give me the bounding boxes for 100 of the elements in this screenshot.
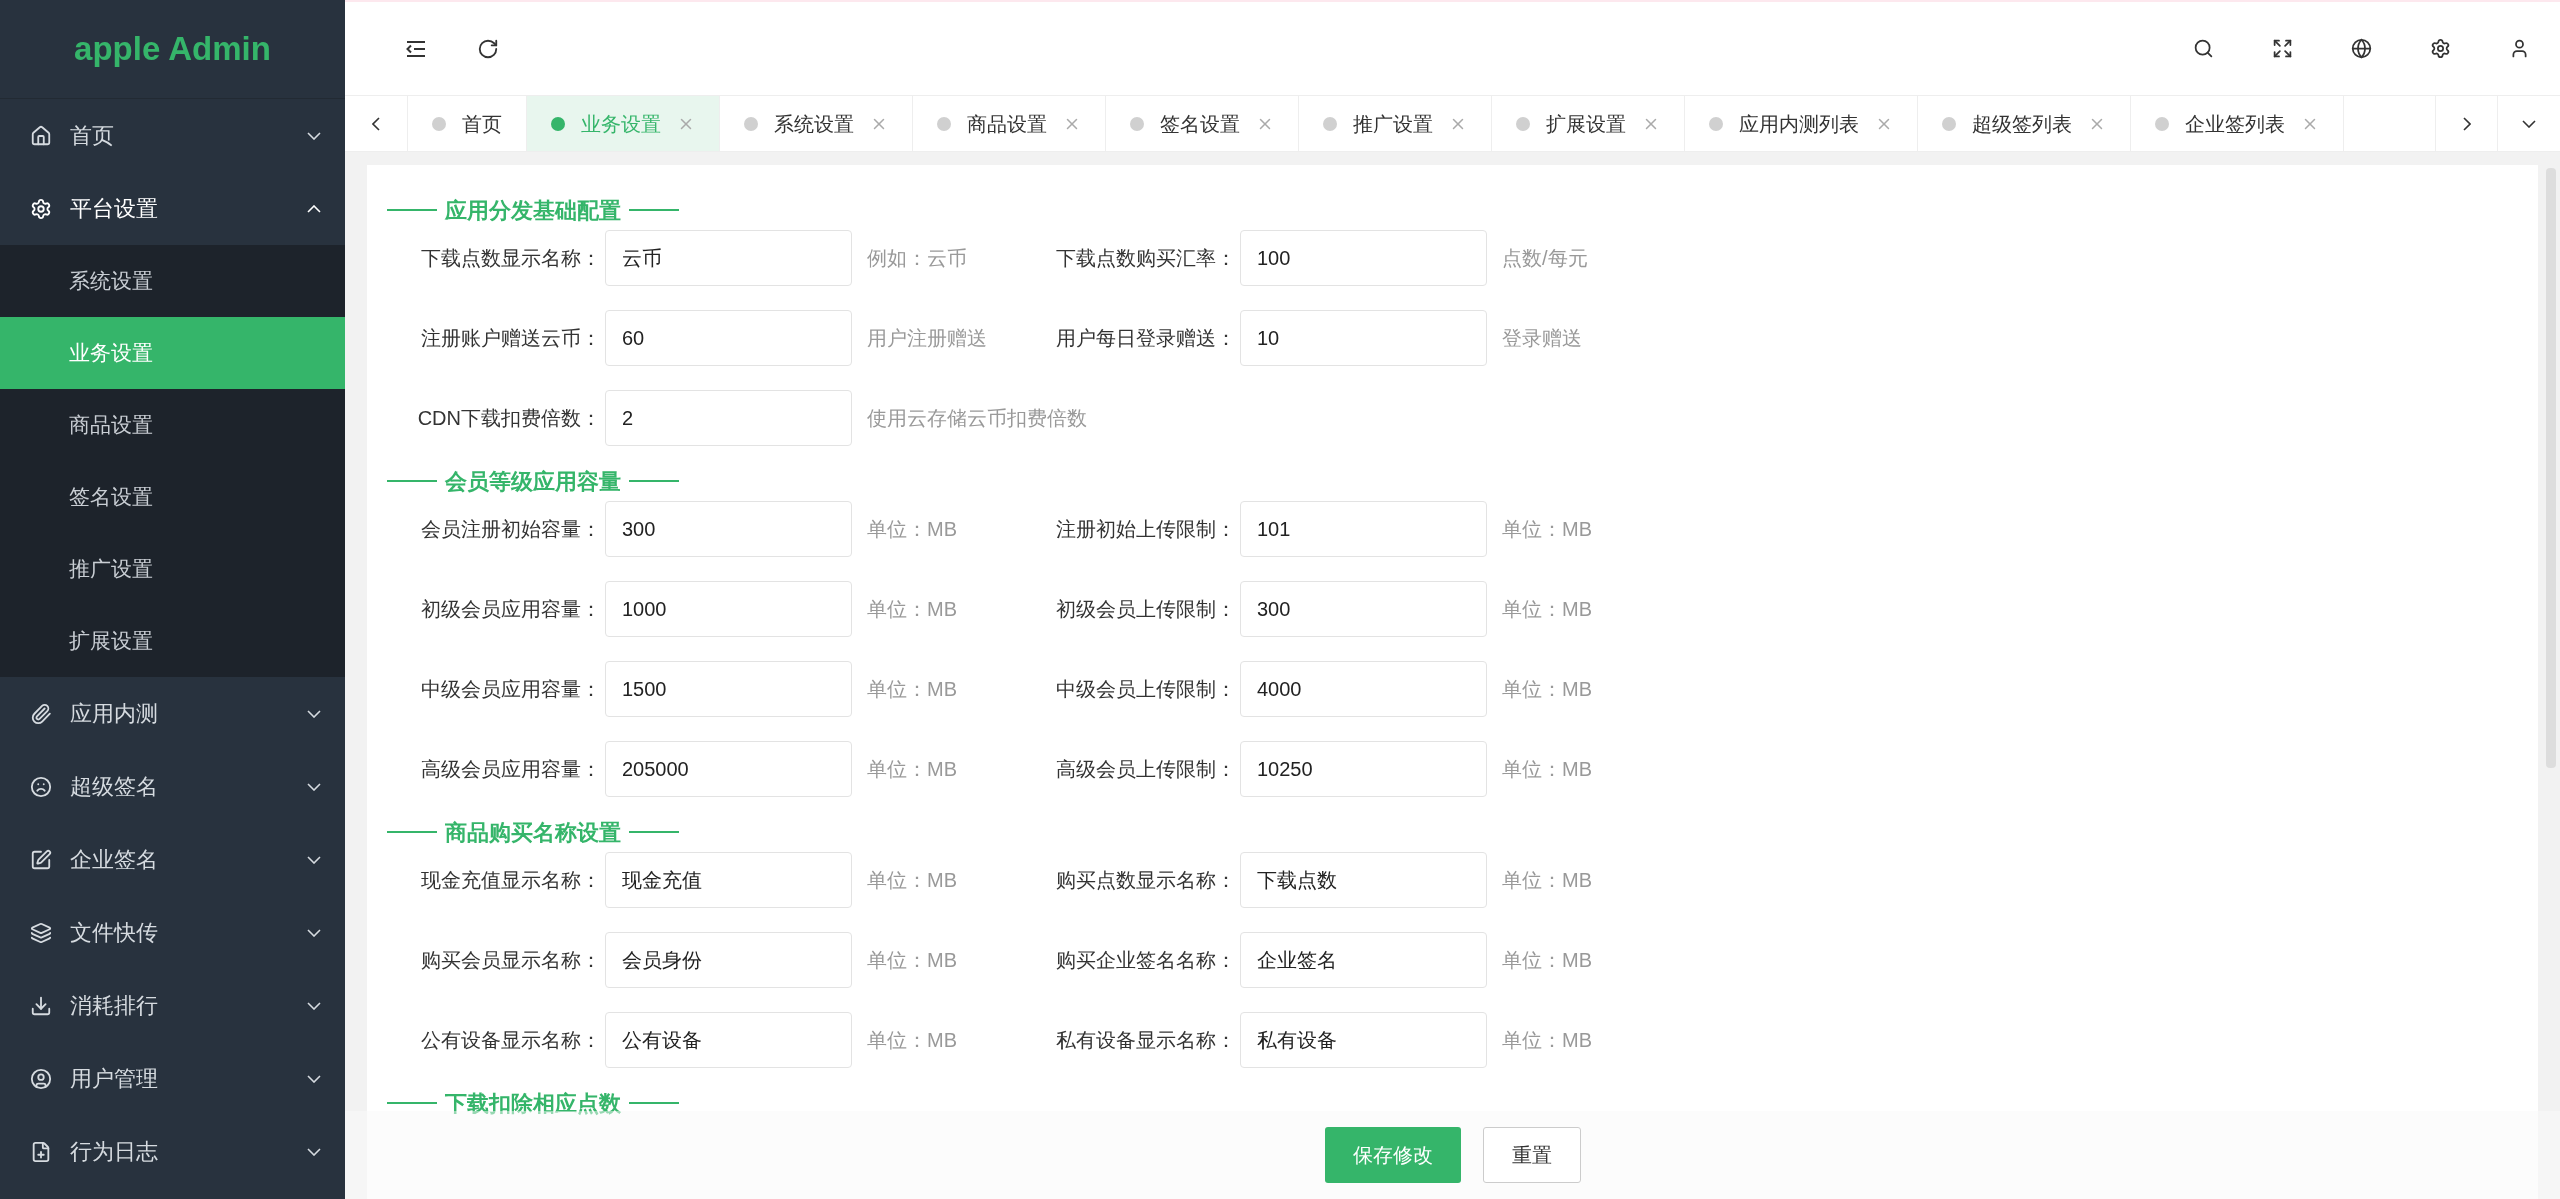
file-plus-icon xyxy=(30,1140,52,1163)
field-hint: 点数/每元 xyxy=(1501,246,1589,271)
chevron-icon xyxy=(307,1074,321,1083)
page-tab[interactable]: 推广设置 xyxy=(1299,96,1492,151)
page-tab[interactable]: 超级签列表 xyxy=(1918,96,2131,151)
download-icon xyxy=(30,994,52,1017)
chevron-icon xyxy=(307,709,321,718)
text-input[interactable]: 私有设备 xyxy=(1240,1012,1487,1068)
field-hint: 使用云存储云币扣费倍数 xyxy=(866,406,1087,431)
sidebar-submenu-item[interactable]: 扩展设置 xyxy=(0,605,345,677)
field-label: 中级会员应用容量： xyxy=(420,677,601,702)
sidebar-submenu-item[interactable]: 签名设置 xyxy=(0,461,345,533)
layers-icon xyxy=(30,921,52,944)
page-tab[interactable]: 签名设置 xyxy=(1106,96,1299,151)
chevron-icon xyxy=(307,204,321,213)
field-label: 注册账户赠送云币： xyxy=(420,326,601,351)
text-input[interactable]: 下载点数 xyxy=(1240,852,1487,908)
text-input[interactable]: 1000 xyxy=(605,581,852,637)
field-label: 注册初始上传限制： xyxy=(1055,517,1236,542)
text-input[interactable]: 300 xyxy=(1240,581,1487,637)
section-title: 下载扣除相应点数 xyxy=(445,1089,621,1118)
field-label: 高级会员上传限制： xyxy=(1055,757,1236,782)
user-circle-icon xyxy=(30,1067,52,1090)
text-input[interactable]: 60 xyxy=(605,310,852,366)
text-input[interactable]: 4000 xyxy=(1240,661,1487,717)
section-title: 应用分发基础配置 xyxy=(445,196,621,225)
section-title: 会员等级应用容量 xyxy=(445,467,621,496)
text-input[interactable]: 100 xyxy=(1240,230,1487,286)
field-hint: 单位：MB xyxy=(866,1028,958,1053)
text-input[interactable]: 300 xyxy=(605,501,852,557)
sidebar-menu-item[interactable]: 超级签名 xyxy=(0,750,345,823)
field-label: 初级会员应用容量： xyxy=(420,597,601,622)
text-input[interactable]: 101 xyxy=(1240,501,1487,557)
text-input[interactable]: 1500 xyxy=(605,661,852,717)
section-title: 商品购买名称设置 xyxy=(445,818,621,847)
sidebar-menu-item[interactable]: 平台设置 xyxy=(0,172,345,245)
reset-button[interactable]: 重置 xyxy=(1482,1127,1581,1183)
globe-icon[interactable] xyxy=(2351,38,2372,59)
text-input[interactable]: 会员身份 xyxy=(605,932,852,988)
paperclip-icon xyxy=(30,702,52,725)
sidebar-menu-item[interactable]: 行为日志 xyxy=(0,1115,345,1188)
chevron-icon xyxy=(307,782,321,791)
field-label: 初级会员上传限制： xyxy=(1055,597,1236,622)
refresh-icon[interactable] xyxy=(477,37,499,60)
field-label: 下载点数显示名称： xyxy=(420,246,601,271)
text-input[interactable]: 10250 xyxy=(1240,741,1487,797)
field-hint: 单位：MB xyxy=(866,757,958,782)
field-hint: 登录赠送 xyxy=(1501,326,1583,351)
text-input[interactable]: 公有设备 xyxy=(605,1012,852,1068)
field-hint: 单位：MB xyxy=(1501,677,1593,702)
field-hint: 单位：MB xyxy=(1501,948,1593,973)
field-hint: 用户注册赠送 xyxy=(866,326,988,351)
field-label: 会员注册初始容量： xyxy=(420,517,601,542)
sidebar-submenu-item[interactable]: 系统设置 xyxy=(0,245,345,317)
text-input[interactable]: 现金充值 xyxy=(605,852,852,908)
sidebar-submenu-item[interactable]: 推广设置 xyxy=(0,533,345,605)
sidebar-menu-item[interactable]: 文件快传 xyxy=(0,896,345,969)
chevron-icon xyxy=(307,855,321,864)
chevron-icon xyxy=(307,928,321,937)
search-icon[interactable] xyxy=(2193,38,2214,59)
text-input[interactable]: 10 xyxy=(1240,310,1487,366)
sidebar-menu-item[interactable]: 首页 xyxy=(0,99,345,172)
page-tab[interactable]: 系统设置 xyxy=(720,96,913,151)
field-label: 购买会员显示名称： xyxy=(420,948,601,973)
text-input[interactable]: 云币 xyxy=(605,230,852,286)
field-label: 现金充值显示名称： xyxy=(420,868,601,893)
gear-icon xyxy=(30,197,52,220)
field-label: 用户每日登录赠送： xyxy=(1055,326,1236,351)
page-tab[interactable]: 商品设置 xyxy=(913,96,1106,151)
menu-fold-icon[interactable] xyxy=(405,39,427,58)
chevron-left-icon xyxy=(372,116,380,131)
sidebar-menu-item[interactable]: 应用内测 xyxy=(0,677,345,750)
chevron-icon xyxy=(307,1147,321,1156)
page-tab[interactable]: 应用内测列表 xyxy=(1685,96,1918,151)
edit-icon xyxy=(30,848,52,871)
field-hint: 单位：MB xyxy=(866,948,958,973)
sidebar-menu-item[interactable]: 企业签名 xyxy=(0,823,345,896)
page-tab[interactable]: 扩展设置 xyxy=(1492,96,1685,151)
field-label: CDN下载扣费倍数： xyxy=(416,406,601,431)
field-label: 购买点数显示名称： xyxy=(1055,868,1236,893)
field-hint: 单位：MB xyxy=(1501,757,1593,782)
chevron-right-icon xyxy=(2462,116,2471,131)
sidebar-menu-item[interactable]: 用户管理 xyxy=(0,1042,345,1115)
field-hint: 单位：MB xyxy=(1501,597,1593,622)
page-tab[interactable]: 企业签列表 xyxy=(2131,96,2344,151)
fullscreen-icon[interactable] xyxy=(2272,38,2293,59)
field-hint: 单位：MB xyxy=(1501,1028,1593,1053)
chevron-down-icon xyxy=(2522,119,2536,128)
home-icon xyxy=(30,124,52,147)
field-hint: 单位：MB xyxy=(1501,517,1593,542)
field-label: 下载点数购买汇率： xyxy=(1055,246,1236,271)
chevron-icon xyxy=(307,1001,321,1010)
field-label: 公有设备显示名称： xyxy=(420,1028,601,1053)
text-input[interactable]: 企业签名 xyxy=(1240,932,1487,988)
sidebar-menu-item[interactable]: 消耗排行 xyxy=(0,969,345,1042)
text-input[interactable]: 2 xyxy=(605,390,852,446)
settings-icon[interactable] xyxy=(2430,38,2451,59)
field-hint: 单位：MB xyxy=(866,868,958,893)
sidebar-submenu-item[interactable]: 商品设置 xyxy=(0,389,345,461)
text-input[interactable]: 205000 xyxy=(605,741,852,797)
